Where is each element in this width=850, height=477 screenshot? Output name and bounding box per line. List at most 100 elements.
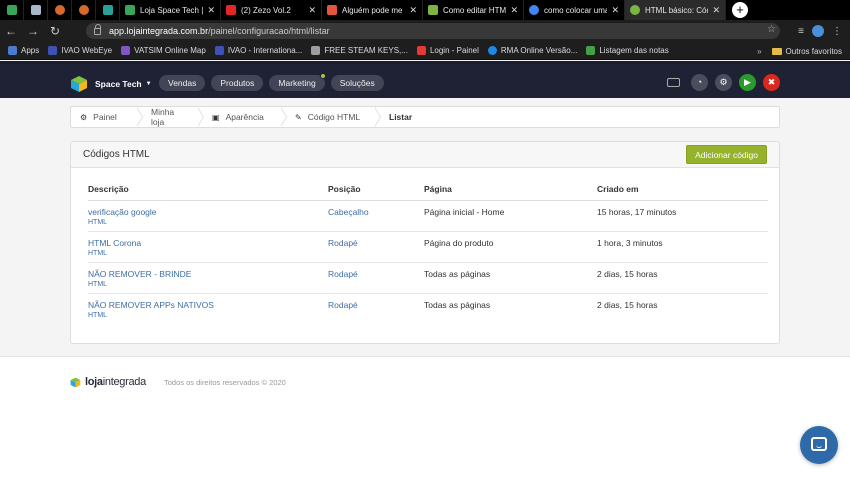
- tab-favicon-icon: [78, 5, 89, 15]
- code-type: HTML: [88, 218, 108, 226]
- code-position-link[interactable]: Rodapé: [328, 238, 358, 248]
- panel-header: Códigos HTML Adicionar código: [71, 142, 779, 168]
- tab-favicon-icon: [102, 5, 113, 15]
- browser-tab-active[interactable]: HTML básico: Cód ✕: [625, 0, 726, 20]
- code-description-link[interactable]: verificação google: [88, 207, 157, 217]
- gear-icon: ⚙: [80, 112, 88, 122]
- tab-close-icon[interactable]: ✕: [308, 5, 316, 16]
- browser-tab[interactable]: [72, 0, 96, 20]
- bookmark-apps[interactable]: Apps: [8, 46, 39, 55]
- new-tab-plus-icon[interactable]: +: [732, 2, 748, 18]
- chat-window-icon[interactable]: [667, 78, 680, 87]
- table-row: verificação google HTML Cabeçalho Página …: [88, 200, 768, 232]
- tab-favicon-icon: [630, 5, 640, 15]
- add-code-button[interactable]: Adicionar código: [686, 145, 767, 164]
- code-position-link[interactable]: Rodapé: [328, 300, 358, 310]
- tab-title: Alguém pode me: [342, 5, 403, 15]
- code-page: Todas as páginas: [424, 262, 597, 294]
- forward-arrow-icon[interactable]: →: [22, 24, 44, 38]
- bookmark-item[interactable]: Listagem das notas: [586, 46, 669, 55]
- tab-favicon-icon: [529, 5, 539, 15]
- browser-tab[interactable]: Loja Space Tech | ✕: [120, 0, 221, 20]
- brand-cube-icon: [71, 76, 87, 92]
- apps-grid-icon: [8, 46, 17, 55]
- col-descricao: Descrição: [88, 178, 328, 201]
- play-icon[interactable]: ▶: [739, 74, 756, 91]
- browser-extensions: ≡ ⋮: [798, 20, 850, 42]
- gear-icon[interactable]: ⚙: [715, 74, 732, 91]
- menu-marketing[interactable]: Marketing: [269, 73, 326, 91]
- tab-close-icon[interactable]: ✕: [409, 5, 417, 16]
- main-menu: Vendas Produtos Marketing Soluções: [159, 73, 384, 91]
- bookmark-item[interactable]: Login - Painel: [416, 46, 479, 55]
- tab-close-icon[interactable]: ✕: [207, 5, 215, 16]
- panel-title: Códigos HTML: [83, 149, 150, 160]
- reload-icon[interactable]: ↻: [44, 24, 66, 38]
- chat-launcher-button[interactable]: [800, 426, 838, 464]
- other-bookmarks[interactable]: » Outros favoritos: [757, 42, 842, 60]
- bookmark-item[interactable]: FREE STEAM KEYS,...: [311, 46, 408, 55]
- code-position-link[interactable]: Cabeçalho: [328, 207, 369, 217]
- code-position-link[interactable]: Rodapé: [328, 269, 358, 279]
- tab-close-icon[interactable]: ✕: [510, 5, 518, 16]
- tab-close-icon[interactable]: ✕: [712, 5, 720, 16]
- browser-tab[interactable]: Como editar HTM ✕: [423, 0, 524, 20]
- rma-icon: [487, 46, 497, 55]
- tab-favicon-icon: [30, 5, 41, 15]
- breadcrumb-aparencia[interactable]: ▣ Aparência: [198, 107, 287, 127]
- pencil-icon: ✎: [295, 112, 302, 122]
- browser-tab[interactable]: como colocar uma ✕: [524, 0, 625, 20]
- browser-tab[interactable]: (2) Zezo Vol.2 ✕: [221, 0, 322, 20]
- store-switcher[interactable]: Space Tech ▼: [70, 75, 152, 93]
- breadcrumb-minha-loja[interactable]: Minha loja: [137, 107, 204, 127]
- code-page: Página inicial - Home: [424, 200, 597, 232]
- plus-cross-icon: [586, 46, 596, 55]
- bookmark-item[interactable]: RMA Online Versão...: [487, 46, 577, 55]
- breadcrumb-painel[interactable]: ⚙ Painel: [71, 107, 143, 127]
- menu-produtos[interactable]: Produtos: [211, 75, 264, 91]
- code-description-link[interactable]: HTML Corona: [88, 238, 141, 248]
- tab-close-icon[interactable]: ✕: [611, 5, 619, 16]
- chevron-right-icon[interactable]: »: [757, 47, 761, 56]
- app-header: Space Tech ▼ Vendas Produtos Marketing S…: [0, 61, 850, 98]
- queue-icon[interactable]: ≡: [798, 26, 804, 37]
- more-menu-icon[interactable]: ⋮: [832, 26, 842, 37]
- profile-avatar-icon[interactable]: [812, 25, 824, 37]
- address-bar[interactable]: app.lojaintegrada.com.br/painel/configur…: [86, 23, 780, 39]
- code-created: 1 hora, 3 minutos: [597, 231, 768, 263]
- bookmark-item[interactable]: IVAO WebEye: [48, 46, 112, 55]
- bookmark-star-icon[interactable]: ☆: [767, 24, 776, 35]
- browser-tab[interactable]: Alguém pode me ✕: [322, 0, 423, 20]
- code-type: HTML: [88, 280, 108, 288]
- menu-solucoes[interactable]: Soluções: [330, 75, 384, 91]
- code-page: Página do produto: [424, 231, 597, 263]
- breadcrumb-codigo-html[interactable]: ✎ Código HTML: [281, 107, 381, 127]
- browser-tab[interactable]: [0, 0, 24, 20]
- chat-bubble-icon: [811, 437, 827, 451]
- copyright-text: Todos os direitos reservados © 2020: [164, 378, 286, 387]
- bookmark-item[interactable]: IVAO - Internationa...: [214, 46, 302, 55]
- url-text[interactable]: app.lojaintegrada.com.br/painel/configur…: [109, 26, 330, 36]
- logo-light: integrada: [102, 376, 146, 388]
- browser-tab[interactable]: [24, 0, 48, 20]
- url-path: /painel/configuracao/html/listar: [208, 26, 330, 36]
- tab-title: HTML básico: Cód: [645, 5, 709, 15]
- code-created: 2 dias, 15 horas: [597, 262, 768, 294]
- tab-title: como colocar uma: [544, 5, 608, 15]
- bookmark-item[interactable]: VATSIM Online Map: [121, 46, 206, 55]
- browser-tab[interactable]: [48, 0, 72, 20]
- tab-favicon-icon: [226, 5, 236, 15]
- back-arrow-icon[interactable]: ←: [0, 24, 22, 38]
- tab-favicon-icon: [428, 5, 438, 15]
- picture-icon: ▣: [212, 112, 220, 122]
- menu-vendas[interactable]: Vendas: [159, 75, 206, 91]
- table-row: NÃO REMOVER - BRINDE HTML Rodapé Todas as…: [88, 262, 768, 294]
- lock-icon: [94, 23, 101, 35]
- code-description-link[interactable]: NÃO REMOVER APPs NATIVOS: [88, 300, 214, 310]
- footer-logo[interactable]: loja integrada: [70, 376, 146, 388]
- tab-title: Loja Space Tech |: [140, 5, 204, 15]
- close-icon[interactable]: ✖: [763, 74, 780, 91]
- code-description-link[interactable]: NÃO REMOVER - BRINDE: [88, 269, 191, 279]
- help-icon[interactable]: ◔: [691, 74, 708, 91]
- browser-tab[interactable]: [96, 0, 120, 20]
